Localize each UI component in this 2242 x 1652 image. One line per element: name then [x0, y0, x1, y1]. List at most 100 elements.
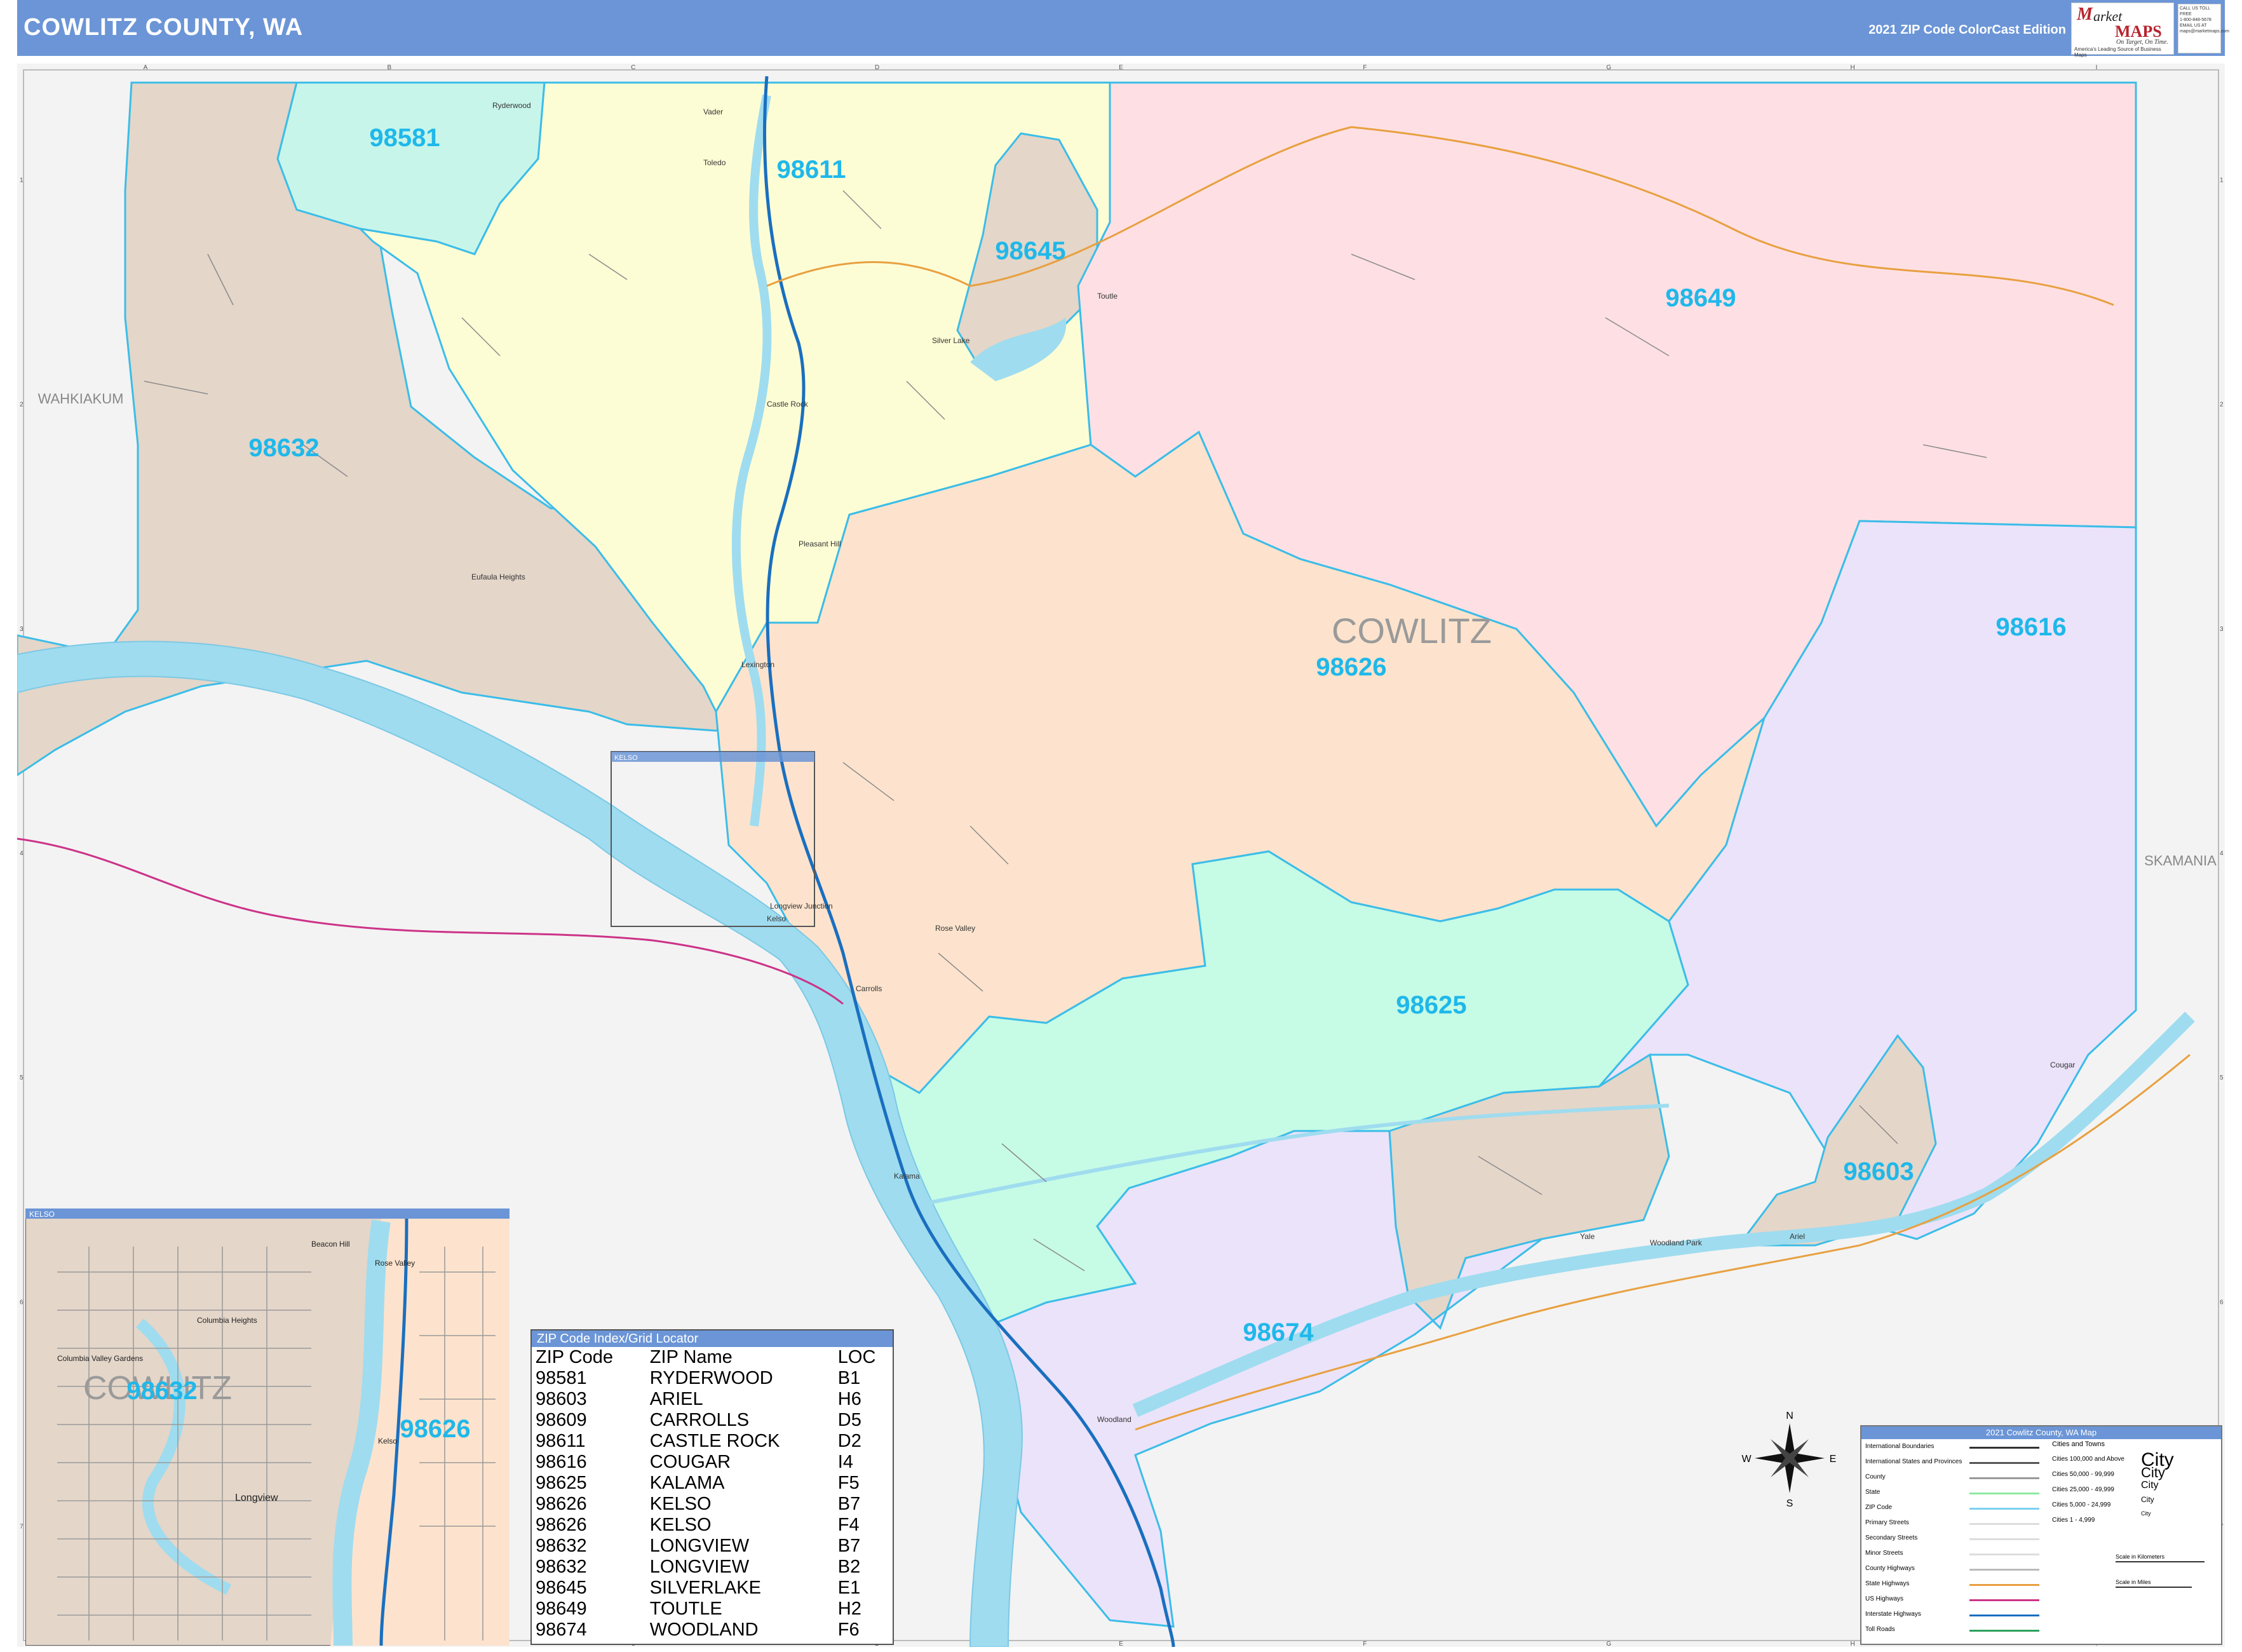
legend-line-swatch — [1969, 1630, 2039, 1632]
legend-scale-km: Scale in Kilometers — [2116, 1554, 2165, 1560]
legend-line-swatch — [1969, 1599, 2039, 1601]
town-label: Lexington — [741, 660, 774, 669]
grid-column-label: B — [387, 64, 391, 71]
zip-name-cell: SILVERLAKE — [649, 1578, 761, 1598]
legend-item: International Boundaries — [1865, 1443, 1935, 1450]
col-zip-name: ZIP Name — [649, 1347, 733, 1367]
map-legend: 2021 Cowlitz County, WA Map Internationa… — [1860, 1425, 2222, 1645]
grid-column-label: I — [2096, 64, 2098, 71]
legend-city-sample: City — [2141, 1495, 2154, 1504]
zip-name-cell: CASTLE ROCK — [649, 1431, 780, 1451]
scale-bar-mi — [2116, 1587, 2192, 1588]
grid-column-label: H — [1851, 64, 1855, 71]
zip-index-row: 98616 COUGAR I4 — [532, 1452, 893, 1473]
inset-town-label: Columbia Valley Gardens — [57, 1354, 143, 1363]
zip-index-header-row: ZIP Code ZIP Name LOC — [532, 1347, 893, 1368]
grid-row-label: 1 — [2220, 177, 2224, 184]
grid-row-label: 4 — [2220, 850, 2224, 857]
scale-bar-km — [2116, 1561, 2205, 1562]
zip-name-cell: WOODLAND — [649, 1620, 759, 1640]
compass-west: W — [1741, 1454, 1752, 1465]
logo-letter-m: M — [2077, 4, 2093, 24]
map-title: COWLITZ COUNTY, WA — [24, 14, 304, 41]
inset-zip-label: 98626 — [400, 1415, 470, 1443]
compass-south: S — [1786, 1498, 1793, 1509]
zip-index-row: 98581 RYDERWOOD B1 — [532, 1368, 893, 1389]
contact-line: CALL US TOLL FREE — [2180, 6, 2210, 17]
compass-east: E — [1830, 1454, 1837, 1465]
zip-index-row: 98626 KELSO F4 — [532, 1515, 893, 1536]
loc-cell: E1 — [837, 1578, 861, 1598]
town-label: Silver Lake — [932, 336, 970, 345]
zip-index-row: 98626 KELSO B7 — [532, 1494, 893, 1515]
town-label: Woodland Park — [1650, 1238, 1703, 1247]
zip-index-table: ZIP Code Index/Grid Locator ZIP Code ZIP… — [530, 1329, 894, 1645]
zip-name-cell: LONGVIEW — [649, 1536, 750, 1556]
zip-name-cell: COUGAR — [649, 1452, 731, 1472]
grid-column-label: F — [1363, 1641, 1367, 1647]
town-label: Longview Junction — [770, 902, 833, 911]
loc-cell: H2 — [837, 1599, 861, 1619]
town-label: Castle Rock — [767, 400, 809, 409]
edition-label: 2021 ZIP Code ColorCast Edition — [1868, 23, 2066, 37]
zip-name-cell: TOUTLE — [649, 1599, 722, 1619]
contact-line: EMAIL US AT — [2180, 24, 2207, 28]
grid-row-label: 1 — [20, 177, 24, 184]
zip-name-cell: KELSO — [649, 1494, 712, 1514]
loc-cell: B2 — [837, 1557, 861, 1577]
zip-label: 98603 — [1843, 1158, 1914, 1186]
legend-line-swatch — [1969, 1508, 2039, 1510]
grid-row-label: 5 — [20, 1074, 24, 1081]
town-label: Pleasant Hill — [799, 539, 841, 548]
inset-town-label: Beacon Hill — [311, 1240, 350, 1249]
zip-code-cell: 98674 — [536, 1620, 587, 1640]
zip-index-row: 98649 TOUTLE H2 — [532, 1599, 893, 1620]
legend-item: ZIP Code — [1865, 1504, 1893, 1511]
neighbor-label-east: SKAMANIA — [2144, 853, 2217, 869]
town-label: Carrolls — [856, 984, 882, 993]
legend-scale-mi: Scale in Miles — [2116, 1579, 2151, 1585]
legend-item: County Highways — [1865, 1565, 1915, 1572]
logo-subline: America's Leading Source of Business Map… — [2074, 46, 2161, 58]
legend-item: State — [1865, 1489, 1881, 1496]
grid-row-label: 3 — [2220, 626, 2224, 633]
zip-name-cell: RYDERWOOD — [649, 1368, 773, 1388]
legend-line-swatch — [1969, 1569, 2039, 1571]
inset-title: KELSO — [29, 1210, 55, 1219]
zip-code-cell: 98645 — [536, 1578, 587, 1598]
grid-column-label: G — [1606, 64, 1611, 71]
grid-column-label: A — [144, 64, 148, 71]
loc-cell: B7 — [837, 1536, 861, 1556]
inset-zip-label: 98632 — [126, 1377, 197, 1405]
legend-line-swatch — [1969, 1538, 2039, 1540]
zip-index-row: 98603 ARIEL H6 — [532, 1389, 893, 1410]
legend-item: Minor Streets — [1865, 1550, 1903, 1557]
zip-index-row: 98674 WOODLAND F6 — [532, 1620, 893, 1641]
loc-cell: F4 — [837, 1515, 860, 1535]
zip-label: 98645 — [995, 237, 1065, 265]
legend-cities-header: Cities and Towns — [2052, 1440, 2105, 1448]
legend-line-swatch — [1969, 1493, 2039, 1494]
grid-row-label: 2 — [20, 402, 24, 409]
legend-item: Primary Streets — [1865, 1519, 1909, 1526]
legend-item: Interstate Highways — [1865, 1611, 1921, 1618]
inset-town-label: Kelso — [378, 1437, 397, 1446]
kelso-inset-map[interactable]: KELSO COWLITZ 98632 98626 Longview Kelso… — [25, 1209, 510, 1646]
zip-name-cell: ARIEL — [649, 1389, 703, 1409]
legend-city-class: Cities 100,000 and Above — [2052, 1456, 2124, 1463]
loc-cell: F6 — [837, 1620, 860, 1640]
town-label: Rose Valley — [935, 924, 975, 933]
legend-city-sample: City — [2141, 1510, 2151, 1517]
neighbor-label-west: WAHKIAKUM — [38, 391, 124, 407]
zip-code-cell: 98626 — [536, 1494, 587, 1514]
legend-city-sample: City — [2141, 1480, 2159, 1491]
zip-code-cell: 98632 — [536, 1557, 587, 1577]
legend-city-class: Cities 50,000 - 99,999 — [2052, 1471, 2114, 1478]
legend-city-sample: City — [2141, 1465, 2165, 1480]
grid-row-label: 5 — [2220, 1074, 2224, 1081]
loc-cell: B7 — [837, 1494, 861, 1514]
zip-label: 98649 — [1665, 284, 1736, 312]
contact-line: 1-800-848-5678 — [2180, 18, 2212, 22]
grid-row-label: 3 — [20, 626, 24, 633]
market-maps-logo: M arket MAPS On Target, On Time. America… — [2071, 3, 2174, 58]
